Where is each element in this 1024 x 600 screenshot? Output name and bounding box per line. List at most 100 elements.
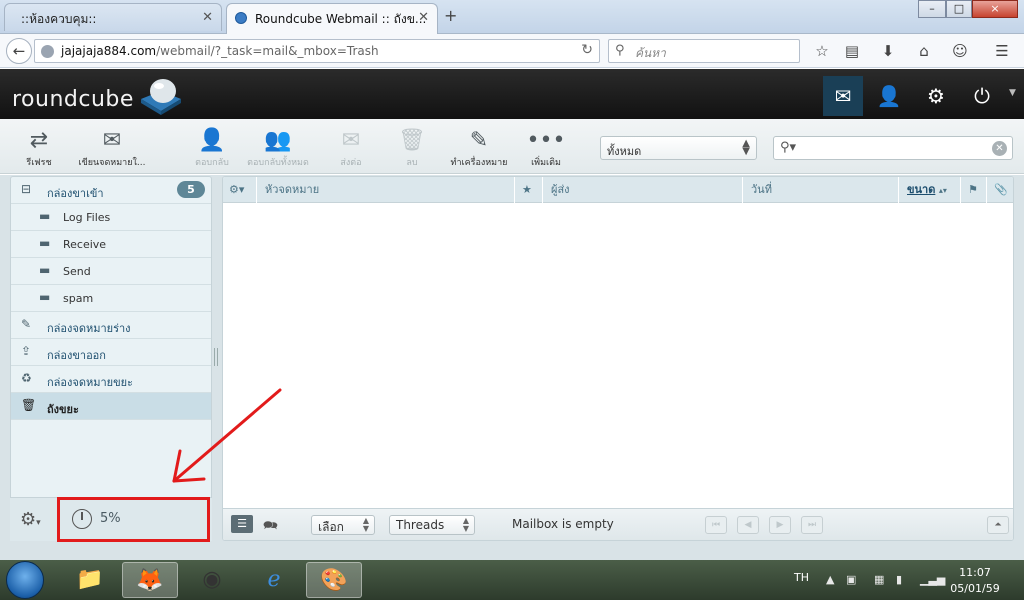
browser-search-input[interactable]: ⚲ ค้นหา — [608, 39, 800, 63]
flag-icon[interactable]: ⚑ — [961, 177, 987, 203]
compose-button[interactable]: ✉ เขียนจดหมายใ... — [72, 127, 152, 169]
more-button[interactable]: ••• เพิ่มเติม — [526, 127, 566, 169]
spinner-arrows-icon: ▲ ▼ — [362, 516, 369, 533]
settings-nav-icon[interactable]: ⚙ — [916, 76, 956, 116]
tab-control-panel[interactable]: ::ห้องควบคุม:: ✕ — [4, 3, 222, 31]
back-button[interactable]: ← — [6, 38, 32, 64]
folder-send[interactable]: ▬ Send — [11, 258, 211, 285]
signal-icon[interactable]: ▁▃▅ — [920, 573, 945, 586]
url-bar[interactable]: jajajaja884.com/webmail/?_task=mail&_mbo… — [34, 39, 600, 63]
search-options-icon[interactable]: ⚲▾ — [780, 140, 796, 155]
chevron-down-icon[interactable]: ▼ — [1009, 88, 1016, 98]
roundcube-favicon-icon — [235, 12, 247, 24]
mark-button[interactable]: ✎ ทำเครื่องหมาย — [446, 127, 512, 169]
mail-search-input[interactable]: ⚲▾ ✕ — [773, 136, 1013, 160]
mail-nav-icon[interactable]: ✉ — [823, 76, 863, 116]
inbox-icon: ⊟ — [21, 182, 32, 196]
threads-menu-button[interactable]: Threads ▲ ▼ — [389, 515, 475, 535]
column-subject[interactable]: หัวจดหมาย — [257, 177, 515, 203]
delete-button[interactable]: 🗑 ลบ — [394, 127, 430, 169]
clock-date[interactable]: 05/01/59 — [947, 582, 1003, 595]
keyboard-icon[interactable]: ▦ — [874, 573, 884, 586]
reply-all-button[interactable]: 👥 ตอบกลับทั้งหมด — [240, 127, 316, 169]
power-icon[interactable]: ▮ — [896, 573, 902, 586]
unread-count-badge: 5 — [177, 181, 205, 198]
search-placeholder: ค้นหา — [635, 46, 666, 60]
logo-text: roundcube — [12, 87, 134, 112]
home-icon[interactable]: ⌂ — [914, 41, 934, 61]
maximize-button[interactable]: □ — [946, 0, 972, 18]
select-menu-button[interactable]: เลือก ▲ ▼ — [311, 515, 375, 535]
column-from[interactable]: ผู้ส่ง — [543, 177, 743, 203]
show-hidden-icons-icon[interactable]: ▲ — [826, 573, 834, 586]
folder-icon: ▬ — [39, 290, 51, 304]
folder-spam[interactable]: ▬ spam — [11, 285, 211, 312]
refresh-button[interactable]: ⇄ รีเฟรช — [22, 127, 56, 169]
forward-button[interactable]: ✉ ส่งต่อ — [326, 127, 376, 169]
column-date[interactable]: วันที่ — [743, 177, 899, 203]
firefox-icon[interactable]: 🦊 — [122, 562, 178, 598]
message-list: ⚙▾ หัวจดหมาย ★ ผู้ส่ง วันที่ ขนาด ▴▾ ⚑ 📎… — [222, 176, 1014, 541]
contacts-nav-icon[interactable]: 👤 — [869, 76, 909, 116]
minimize-button[interactable]: – — [918, 0, 946, 18]
attachment-icon[interactable]: 📎 — [987, 177, 1013, 203]
list-options-gear-icon[interactable]: ⚙▾ — [223, 177, 257, 203]
reply-icon: 👤 — [198, 128, 226, 153]
tab-roundcube[interactable]: Roundcube Webmail :: ถังข... ✕ — [226, 3, 438, 34]
pencil-icon: ✎ — [21, 317, 32, 331]
reload-icon[interactable]: ↻ — [581, 42, 593, 58]
internet-explorer-icon[interactable]: ℯ — [246, 562, 302, 598]
folder-inbox[interactable]: ⊟ กล่องขาเข้า 5 — [11, 177, 211, 204]
folder-icon: ▬ — [39, 263, 51, 277]
reply-all-icon: 👥 — [264, 128, 292, 153]
list-view-icon[interactable]: ☰ — [231, 515, 253, 533]
start-button[interactable] — [6, 561, 44, 599]
first-page-icon[interactable]: ⏮ — [705, 516, 727, 534]
chat-icon[interactable]: ☺ — [950, 41, 970, 61]
column-size[interactable]: ขนาด ▴▾ — [899, 177, 961, 203]
flag-star-icon[interactable]: ★ — [515, 177, 543, 203]
toggle-preview-icon[interactable]: ⏶ — [987, 516, 1009, 534]
menu-icon[interactable]: ☰ — [992, 41, 1012, 61]
folder-log-files[interactable]: ▬ Log Files — [11, 204, 211, 231]
previous-page-icon[interactable]: ◀ — [737, 516, 759, 534]
network-icon[interactable]: ▣ — [846, 573, 856, 586]
reading-list-icon[interactable]: ▤ — [842, 41, 862, 61]
language-indicator[interactable]: TH — [794, 571, 809, 584]
bookmark-star-icon[interactable]: ☆ — [812, 41, 832, 61]
mailbox-status: Mailbox is empty — [512, 517, 614, 531]
threads-view-icon[interactable]: 🗪 — [263, 516, 278, 537]
trash-icon: 🗑 — [21, 398, 37, 412]
explorer-icon[interactable]: 📁 — [62, 562, 118, 598]
select-arrows-icon: ▲ ▼ — [742, 138, 750, 157]
sort-arrows-icon: ▴▾ — [938, 186, 947, 195]
window-close-button[interactable]: × — [972, 0, 1018, 18]
close-tab-icon[interactable]: ✕ — [418, 10, 429, 25]
folder-receive[interactable]: ▬ Receive — [11, 231, 211, 258]
browser-tab-bar: ::ห้องควบคุม:: ✕ Roundcube Webmail :: ถั… — [0, 0, 1024, 34]
close-tab-icon[interactable]: ✕ — [202, 10, 213, 25]
folder-actions-gear-icon[interactable]: ⚙▾ — [20, 509, 41, 530]
last-page-icon[interactable]: ⏭ — [801, 516, 823, 534]
chrome-icon[interactable]: ◉ — [184, 562, 240, 598]
logout-nav-icon[interactable]: ⏻ — [962, 76, 1002, 116]
new-tab-button[interactable]: + — [444, 6, 457, 25]
folder-icon: ▬ — [39, 209, 51, 223]
pane-splitter[interactable] — [214, 348, 218, 366]
paint-icon[interactable]: 🎨 — [306, 562, 362, 598]
reply-button[interactable]: 👤 ตอบกลับ — [190, 127, 234, 169]
next-page-icon[interactable]: ▶ — [769, 516, 791, 534]
forward-icon: ✉ — [341, 128, 361, 153]
folder-sent[interactable]: ⇪ กล่องขาออก — [11, 339, 211, 366]
folder-drafts[interactable]: ✎ กล่องจดหมายร่าง — [11, 312, 211, 339]
filter-select[interactable]: ทั้งหมด ▲ ▼ — [600, 136, 757, 160]
tab-label: ::ห้องควบคุม:: — [21, 12, 97, 26]
browser-nav-bar: ← jajajaja884.com/webmail/?_task=mail&_m… — [0, 34, 1024, 68]
clock-time[interactable]: 11:07 — [950, 566, 1000, 579]
outbox-icon: ⇪ — [21, 344, 32, 358]
clear-search-icon[interactable]: ✕ — [992, 141, 1007, 156]
more-dots-icon: ••• — [526, 128, 566, 153]
folder-icon: ▬ — [39, 236, 51, 250]
url-text: jajajaja884.com/webmail/?_task=mail&_mbo… — [61, 44, 379, 58]
download-icon[interactable]: ⬇ — [878, 41, 898, 61]
